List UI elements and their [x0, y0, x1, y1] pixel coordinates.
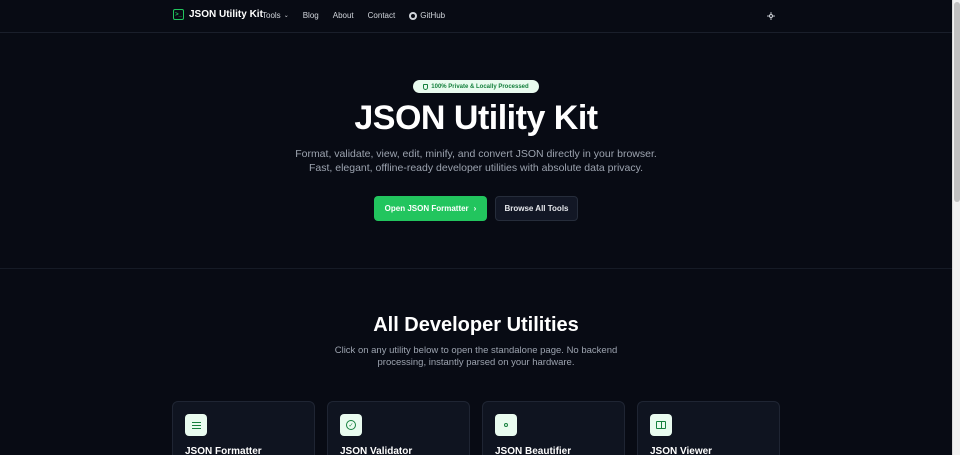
nav-github[interactable]: GitHub [409, 11, 445, 20]
align-lines-icon [185, 414, 207, 436]
terminal-icon: >_ [173, 9, 184, 20]
chevron-right-icon: › [473, 204, 477, 213]
utilities-title: All Developer Utilities [373, 314, 579, 336]
nav-blog[interactable]: Blog [303, 11, 319, 20]
book-open-icon [650, 414, 672, 436]
check-circle-icon: ✓ [340, 414, 362, 436]
hero-subtitle: Format, validate, view, edit, minify, an… [295, 148, 657, 174]
chevron-down-icon: ⌄ [283, 13, 289, 19]
tool-card-name: JSON Viewer [650, 446, 713, 455]
tool-card-name: JSON Validator [340, 446, 413, 455]
privacy-badge: 100% Private & Locally Processed [413, 80, 539, 93]
brand-name: JSON Utility Kit [189, 9, 263, 20]
tool-card-beautifier[interactable]: JSON Beautifier [482, 401, 625, 455]
sun-icon [769, 14, 773, 18]
browse-tools-button[interactable]: Browse All Tools [495, 196, 578, 221]
tool-card-name: JSON Beautifier [495, 446, 572, 455]
tool-card-viewer[interactable]: JSON Viewer [637, 401, 780, 455]
top-nav: >_ JSON Utility Kit Tools ⌄ Blog About C… [0, 0, 952, 33]
utilities-subtitle: Click on any utility below to open the s… [334, 345, 618, 368]
hero-section: 100% Private & Locally Processed JSON Ut… [0, 33, 952, 269]
scrollbar-thumb[interactable] [954, 2, 960, 202]
page-scrollbar[interactable] [952, 0, 960, 455]
nav-contact[interactable]: Contact [368, 11, 396, 20]
brand-logo[interactable]: >_ JSON Utility Kit [173, 9, 263, 20]
nav-tools[interactable]: Tools ⌄ [262, 11, 289, 20]
hero-title: JSON Utility Kit [354, 99, 598, 137]
shield-icon [423, 83, 429, 90]
sparkle-icon [495, 414, 517, 436]
tool-card-name: JSON Formatter [185, 446, 262, 455]
tool-card-formatter[interactable]: JSON Formatter [172, 401, 315, 455]
nav-about[interactable]: About [333, 11, 354, 20]
theme-toggle-button[interactable] [766, 11, 776, 21]
github-icon [409, 11, 418, 20]
open-formatter-button[interactable]: Open JSON Formatter › [374, 196, 487, 221]
tool-card-validator[interactable]: ✓ JSON Validator [327, 401, 470, 455]
nav-links: Tools ⌄ Blog About Contact GitHub [262, 11, 459, 20]
